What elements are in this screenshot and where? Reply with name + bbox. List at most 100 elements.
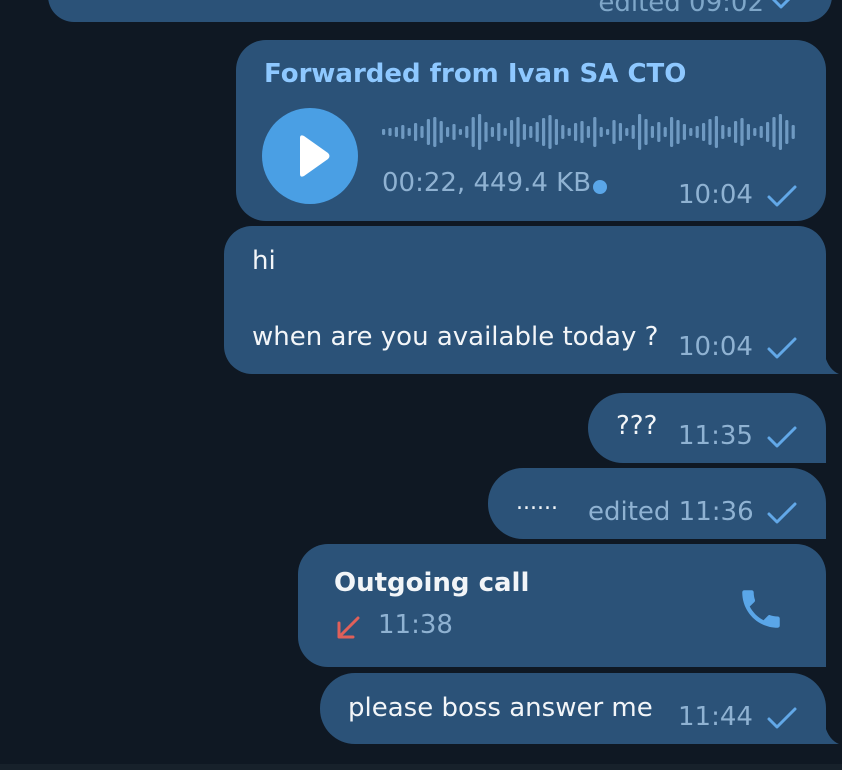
waveform-bar — [746, 124, 750, 140]
voice-waveform[interactable] — [382, 112, 802, 152]
waveform-bar — [394, 127, 398, 137]
waveform-bar — [414, 123, 418, 141]
waveform-bar — [714, 116, 718, 148]
message-text: ...... — [516, 490, 558, 515]
message-text: hi — [252, 246, 276, 276]
message-text: when are you available today ? — [252, 322, 659, 352]
waveform-bar — [708, 119, 712, 145]
waveform-bar — [625, 128, 629, 136]
waveform-bar — [542, 118, 546, 146]
message-bubble-question[interactable]: ??? 11:35 — [588, 393, 826, 463]
waveform-bar — [497, 123, 501, 141]
check-icon — [766, 706, 798, 730]
waveform-bar — [478, 114, 482, 150]
message-time: 11:44 — [678, 702, 753, 732]
waveform-bar — [650, 126, 654, 138]
waveform-bar — [529, 126, 533, 138]
message-bubble-dots[interactable]: ...... edited 11:36 — [488, 468, 826, 539]
check-icon — [766, 184, 798, 208]
check-icon — [770, 0, 802, 10]
waveform-bar — [638, 114, 642, 150]
waveform-bar — [490, 127, 494, 137]
waveform-bar — [644, 119, 648, 145]
waveform-bar — [567, 128, 571, 136]
waveform-bar — [676, 120, 680, 144]
waveform-bar — [426, 119, 430, 145]
waveform-bar — [759, 126, 763, 138]
waveform-bar — [734, 121, 738, 143]
waveform-bar — [535, 122, 539, 142]
message-bubble-forwarded-voice[interactable]: Forwarded from Ivan SA CTO 00:22, 449.4 … — [236, 40, 826, 221]
waveform-bar — [695, 126, 699, 138]
waveform-bar — [791, 125, 795, 139]
message-bubble-greeting[interactable]: hi when are you available today ? 10:04 — [224, 226, 826, 374]
message-bubble-call[interactable]: Outgoing call 11:38 — [298, 544, 826, 667]
voice-duration-size: 00:22, 449.4 KB — [382, 168, 592, 198]
waveform-bar — [772, 117, 776, 147]
waveform-bar — [420, 126, 424, 138]
message-bubble-please[interactable]: please boss answer me 11:44 — [320, 673, 826, 744]
call-title: Outgoing call — [334, 568, 530, 598]
waveform-bar — [554, 119, 558, 145]
waveform-bar — [388, 128, 392, 136]
waveform-bar — [471, 117, 475, 147]
waveform-bar — [612, 120, 616, 144]
waveform-bar — [785, 120, 789, 144]
waveform-bar — [586, 126, 590, 138]
message-time: edited 11:36 — [588, 497, 754, 527]
waveform-bar — [580, 121, 584, 143]
play-button[interactable] — [262, 108, 358, 204]
waveform-bar — [618, 123, 622, 141]
waveform-bar — [778, 114, 782, 150]
waveform-bar — [465, 126, 469, 138]
waveform-bar — [657, 122, 661, 142]
message-time: 10:04 — [678, 180, 753, 210]
waveform-bar — [593, 117, 597, 147]
arrow-down-left-icon — [334, 614, 362, 646]
waveform-bar — [510, 120, 514, 144]
waveform-bar — [727, 127, 731, 137]
composer-edge — [0, 764, 842, 770]
message-time: 11:35 — [678, 421, 753, 451]
phone-icon[interactable] — [736, 584, 786, 638]
waveform-bar — [382, 129, 386, 135]
waveform-bar — [433, 117, 437, 147]
message-time: edited 09:02 — [598, 0, 764, 18]
bubble-tail — [825, 356, 839, 374]
waveform-bar — [548, 115, 552, 149]
waveform-bar — [689, 128, 693, 136]
message-text: please boss answer me — [348, 693, 653, 723]
waveform-bar — [663, 127, 667, 137]
waveform-bar — [458, 129, 462, 135]
check-icon — [766, 501, 798, 525]
waveform-bar — [522, 124, 526, 140]
forwarded-from-label[interactable]: Forwarded from Ivan SA CTO — [264, 59, 686, 89]
message-time: 10:04 — [678, 332, 753, 362]
waveform-bar — [670, 117, 674, 147]
waveform-bar — [452, 124, 456, 140]
call-time: 11:38 — [378, 610, 453, 640]
unplayed-indicator — [593, 180, 607, 194]
check-icon — [766, 425, 798, 449]
waveform-bar — [682, 124, 686, 140]
play-icon — [300, 135, 330, 177]
waveform-bar — [401, 125, 405, 139]
check-icon — [766, 336, 798, 360]
waveform-bar — [561, 125, 565, 139]
waveform-bar — [446, 127, 450, 137]
waveform-bar — [740, 118, 744, 146]
waveform-bar — [753, 128, 757, 136]
waveform-bar — [503, 128, 507, 136]
waveform-bar — [439, 121, 443, 143]
waveform-bar — [766, 122, 770, 142]
message-text: ??? — [616, 411, 658, 441]
waveform-bar — [721, 125, 725, 139]
waveform-bar — [631, 125, 635, 139]
waveform-bar — [606, 129, 610, 135]
bubble-tail — [825, 726, 839, 744]
waveform-bar — [599, 127, 603, 137]
waveform-bar — [407, 128, 411, 136]
chat-view: edited 09:02 Forwarded from Ivan SA CTO … — [0, 0, 842, 770]
waveform-bar — [484, 122, 488, 142]
waveform-bar — [516, 117, 520, 147]
